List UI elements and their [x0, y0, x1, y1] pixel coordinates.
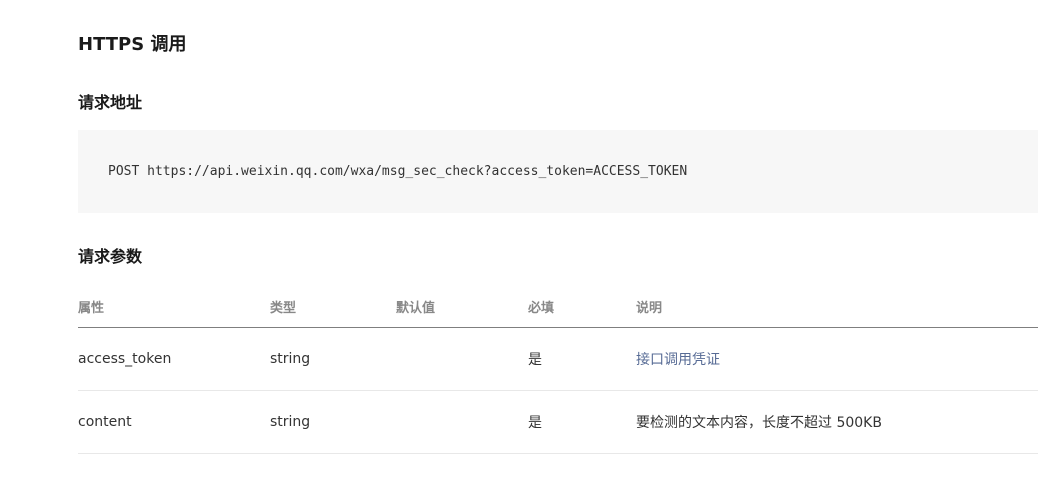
param-required: 是 [528, 352, 542, 368]
param-name: access_token [78, 351, 172, 367]
request-params-heading: 请求参数 [78, 247, 143, 266]
params-table: 属性 类型 默认值 必填 说明 access_token string 是 接口… [78, 285, 1038, 454]
param-name: content [78, 414, 132, 430]
request-url-heading: 请求地址 [78, 93, 143, 112]
param-description: 要检测的文本内容，长度不超过 500KB [636, 415, 882, 431]
column-header-default: 默认值 [396, 300, 436, 316]
column-header-type: 类型 [270, 300, 297, 316]
table-header-row: 属性 类型 默认值 必填 说明 [78, 285, 1038, 328]
table-row: content string 是 要检测的文本内容，长度不超过 500KB [78, 391, 1038, 454]
access-token-doc-link[interactable]: 接口调用凭证 [636, 349, 720, 369]
param-type: string [270, 351, 311, 367]
request-url-code-block: POST https://api.weixin.qq.com/wxa/msg_s… [78, 130, 1038, 213]
section-title: HTTPS 调用 [78, 34, 187, 55]
param-required: 是 [528, 415, 542, 431]
column-header-required: 必填 [528, 300, 555, 316]
column-header-description: 说明 [636, 300, 663, 316]
request-url-code: POST https://api.weixin.qq.com/wxa/msg_s… [108, 164, 688, 179]
param-type: string [270, 414, 311, 430]
param-description: 接口调用凭证 [636, 328, 720, 390]
column-header-name: 属性 [78, 300, 105, 316]
table-row: access_token string 是 接口调用凭证 [78, 328, 1038, 391]
